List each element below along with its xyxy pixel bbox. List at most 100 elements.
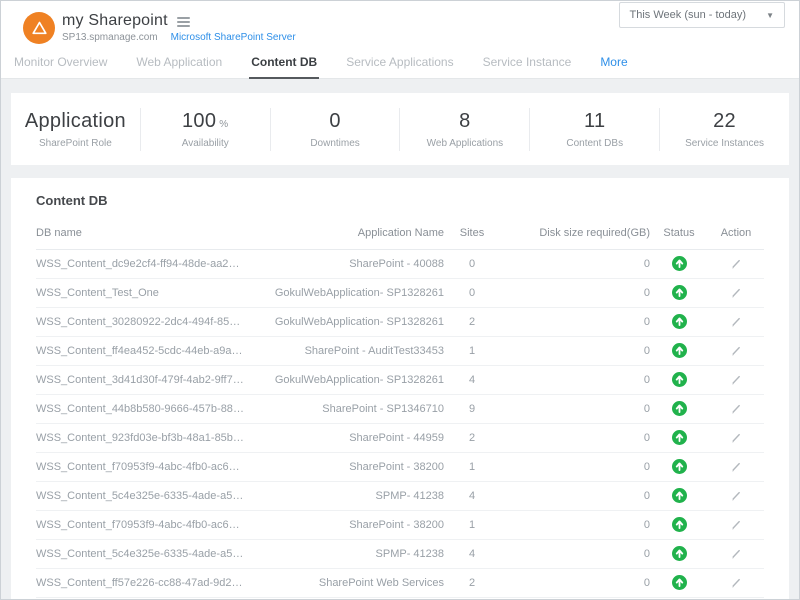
table-row: WSS_Content_dc9e2cf4-ff94-48de-aa25-6051… (36, 250, 764, 279)
monitor-header: my Sharepoint SP13.spmanage.com Microsof… (1, 1, 799, 48)
tab-web-application[interactable]: Web Application (134, 48, 224, 79)
edit-pencil-icon[interactable] (730, 374, 742, 386)
db-name-cell: WSS_Content_ff57e226-cc88-47ad-9d24-18d1… (36, 569, 244, 598)
table-row: WSS_Content_ff57e226-cc88-47ad-9d24-18d1… (36, 569, 764, 598)
disk-size-cell: 0 (500, 453, 650, 482)
disk-size-cell: 0 (500, 308, 650, 337)
sites-cell: 4 (444, 366, 500, 395)
application-name-cell: SharePoint - SP1346710 (244, 395, 444, 424)
stat-value: Application (25, 110, 126, 132)
tab-service-instance[interactable]: Service Instance (481, 48, 574, 79)
stat-value: 8 (459, 110, 470, 132)
period-dropdown-value: This Week (sun - today) (630, 9, 747, 21)
edit-pencil-icon[interactable] (730, 490, 742, 502)
db-name-cell: WSS_Content_dc9e2cf4-ff94-48de-aa25-6051… (36, 250, 244, 279)
hamburger-icon[interactable] (177, 13, 190, 29)
stat-label: Web Applications (400, 138, 529, 149)
table-row: WSS_Content_5c4e325e-6335-4ade-a5d2-792a… (36, 540, 764, 569)
stat-sharepoint-role: Application SharePoint Role (11, 108, 141, 151)
disk-size-cell: 0 (500, 250, 650, 279)
status-up-icon (672, 546, 687, 561)
stat-downtimes: 0Downtimes (271, 108, 401, 151)
edit-pencil-icon[interactable] (730, 258, 742, 270)
edit-pencil-icon[interactable] (730, 403, 742, 415)
db-name-cell: WSS_Content_3d41d30f-479f-4ab2-9ff7-6449… (36, 366, 244, 395)
sites-cell: 1 (444, 453, 500, 482)
db-name-cell: WSS_Content_30280922-2dc4-494f-85df-6630… (36, 308, 244, 337)
disk-size-cell: 0 (500, 424, 650, 453)
stat-label: SharePoint Role (11, 138, 140, 149)
application-name-cell: SharePoint - 40088 (244, 250, 444, 279)
edit-pencil-icon[interactable] (730, 519, 742, 531)
sites-cell: 0 (444, 279, 500, 308)
application-name-cell: SharePoint - 38200 (244, 453, 444, 482)
sites-cell: 4 (444, 540, 500, 569)
chevron-down-icon: ▼ (766, 11, 774, 20)
db-name-cell: WSS_Content_ff4ea452-5cdc-44eb-a9a6-50e1… (36, 337, 244, 366)
table-header-row: DB nameApplication NameSitesDisk size re… (36, 219, 764, 250)
stat-value: 0 (329, 110, 340, 132)
tab-bar: Monitor Overview Web Application Content D… (1, 48, 799, 79)
stat-label: Availability (141, 138, 270, 149)
tab-content-db[interactable]: Content DB (249, 48, 319, 79)
application-name-cell: SPMP- 41238 (244, 540, 444, 569)
period-dropdown[interactable]: This Week (sun - today) ▼ (619, 2, 785, 28)
disk-size-cell: 0 (500, 540, 650, 569)
tab-more[interactable]: More (598, 48, 629, 79)
sites-cell: 1 (444, 511, 500, 540)
column-header-action: Action (708, 219, 764, 250)
delta-triangle-icon (32, 21, 47, 35)
edit-pencil-icon[interactable] (730, 577, 742, 589)
monitor-host: SP13.spmanage.com (62, 32, 158, 43)
content-db-table: DB nameApplication NameSitesDisk size re… (36, 219, 764, 600)
application-name-cell: GokulWebApplication- SP1328261 (244, 366, 444, 395)
table-title: Content DB (36, 193, 764, 208)
edit-pencil-icon[interactable] (730, 432, 742, 444)
disk-size-cell: 0 (500, 337, 650, 366)
application-name-cell: GokulWebApplication- SP1328261 (244, 279, 444, 308)
status-up-icon (672, 343, 687, 358)
table-row: WSS_Content_f70953f9-4abc-4fb0-ac66-c9d7… (36, 453, 764, 482)
status-up-icon (672, 575, 687, 590)
db-name-cell: WSS_Content_f70953f9-4abc-4fb0-ac66-c9d7… (36, 453, 244, 482)
column-header-disk-size-required-gb: Disk size required(GB) (500, 219, 650, 250)
tab-monitor-overview[interactable]: Monitor Overview (12, 48, 109, 79)
summary-stats-card: Application SharePoint Role100%Availabili… (11, 93, 789, 165)
db-name-cell: WSS_Content_f70953f9-4abc-4fb0-ac66-c9d7… (36, 511, 244, 540)
column-header-status: Status (650, 219, 708, 250)
edit-pencil-icon[interactable] (730, 461, 742, 473)
disk-size-cell: 0 (500, 366, 650, 395)
monitor-logo (23, 12, 55, 44)
table-row: WSS_Content_3d41d30f-479f-4ab2-9ff7-6449… (36, 366, 764, 395)
db-name-cell: WSS_Content_Test_One (36, 279, 244, 308)
sites-cell: 2 (444, 424, 500, 453)
edit-pencil-icon[interactable] (730, 548, 742, 560)
status-up-icon (672, 314, 687, 329)
stat-value: 22 (713, 110, 736, 132)
disk-size-cell: 0 (500, 482, 650, 511)
status-up-icon (672, 517, 687, 532)
application-name-cell: SharePoint - 44959 (244, 424, 444, 453)
application-name-cell: SharePoint Web Services (244, 569, 444, 598)
stat-service-instances: 22Service Instances (660, 108, 789, 151)
sites-cell: 9 (444, 395, 500, 424)
stat-value: 100 (182, 110, 216, 132)
sites-cell: 4 (444, 482, 500, 511)
status-up-icon (672, 401, 687, 416)
table-row: WSS_Content_44b8b580-9666-457b-88d4-da9e… (36, 395, 764, 424)
table-body: WSS_Content_dc9e2cf4-ff94-48de-aa25-6051… (36, 250, 764, 600)
table-row: WSS_Content_30280922-2dc4-494f-85df-6630… (36, 308, 764, 337)
stat-label: Content DBs (530, 138, 659, 149)
column-header-sites: Sites (444, 219, 500, 250)
table-row: WSS_Content_ff4ea452-5cdc-44eb-a9a6-50e1… (36, 337, 764, 366)
edit-pencil-icon[interactable] (730, 345, 742, 357)
table-row: WSS_Content_923fd03e-bf3b-48a1-85b7-0a4d… (36, 424, 764, 453)
server-type-link[interactable]: Microsoft SharePoint Server (171, 32, 296, 43)
edit-pencil-icon[interactable] (730, 316, 742, 328)
disk-size-cell: 0 (500, 511, 650, 540)
stat-availability: 100%Availability (141, 108, 271, 151)
edit-pencil-icon[interactable] (730, 287, 742, 299)
status-up-icon (672, 256, 687, 271)
app-window: my Sharepoint SP13.spmanage.com Microsof… (0, 0, 800, 600)
tab-service-applications[interactable]: Service Applications (344, 48, 455, 79)
